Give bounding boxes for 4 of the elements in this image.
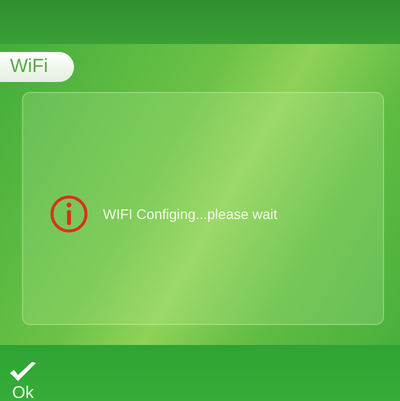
- checkmark-icon: [8, 360, 38, 384]
- info-icon: [49, 194, 89, 234]
- ok-button[interactable]: Ok: [0, 360, 38, 401]
- status-message: WIFI Configing...please wait: [103, 206, 278, 222]
